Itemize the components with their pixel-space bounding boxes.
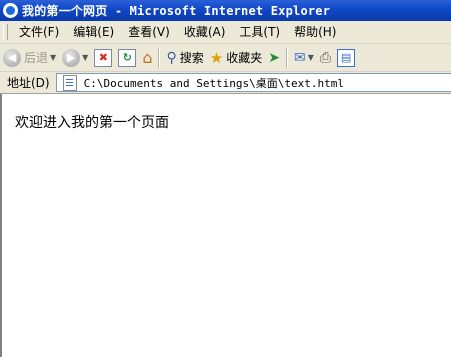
document-icon [62, 74, 77, 91]
mail-icon: ✉ [293, 49, 306, 66]
stop-button[interactable]: ✖ [91, 46, 115, 70]
ie-logo-icon [3, 3, 18, 18]
forward-dropdown-icon[interactable]: ▼ [82, 53, 88, 62]
search-icon: ⚲ [166, 49, 177, 66]
edit-page-icon: ▤ [337, 48, 356, 67]
print-button[interactable]: ⎙ [317, 46, 334, 70]
menu-edit[interactable]: 编辑(E) [66, 22, 121, 42]
menu-tools[interactable]: 工具(T) [232, 22, 287, 42]
back-label: 后退 [24, 51, 49, 65]
address-label: 地址(D) [7, 76, 50, 90]
favorites-label: 收藏夹 [226, 51, 263, 65]
forward-arrow-icon: ▶ [62, 48, 81, 67]
star-icon: ★ [209, 48, 224, 67]
mail-button[interactable]: ✉ ▼ [291, 46, 317, 70]
mail-dropdown-icon[interactable]: ▼ [308, 53, 314, 62]
toolbar-divider [285, 47, 288, 68]
back-dropdown-icon[interactable]: ▼ [50, 53, 56, 62]
stop-icon: ✖ [94, 48, 113, 67]
page-content: 欢迎进入我的第一个页面 [0, 94, 451, 357]
menu-view[interactable]: 查看(V) [121, 22, 177, 42]
standard-toolbar: ◀ 后退 ▼ ▶ ▼ ✖ ↻ ⌂ ⚲ 搜索 ★ 收藏夹 ➤ ✉ ▼ ⎙ ▤ [0, 44, 451, 72]
menu-grip-handle[interactable] [3, 24, 8, 40]
address-input[interactable]: C:\Documents and Settings\桌面\text.html [55, 73, 451, 92]
search-button[interactable]: ⚲ 搜索 [163, 46, 206, 70]
printer-icon: ⎙ [319, 49, 332, 66]
search-label: 搜索 [179, 51, 204, 65]
address-text[interactable]: C:\Documents and Settings\桌面\text.html [84, 75, 344, 91]
refresh-button[interactable]: ↻ [115, 46, 139, 70]
back-arrow-icon: ◀ [3, 48, 21, 67]
home-icon: ⌂ [142, 48, 153, 67]
toolbar-divider [158, 47, 161, 68]
media-button[interactable]: ➤ [265, 46, 283, 70]
address-bar: 地址(D) C:\Documents and Settings\桌面\text.… [0, 72, 451, 94]
refresh-icon: ↻ [118, 48, 137, 67]
media-icon: ➤ [268, 49, 280, 66]
back-button[interactable]: ◀ 后退 ▼ [0, 46, 59, 70]
favorites-button[interactable]: ★ 收藏夹 [207, 46, 265, 70]
title-bar: 我的第一个网页 - Microsoft Internet Explorer [0, 0, 451, 21]
page-body-text: 欢迎进入我的第一个页面 [15, 115, 169, 131]
menu-help[interactable]: 帮助(H) [287, 22, 343, 42]
edit-button[interactable]: ▤ [334, 46, 358, 70]
forward-button[interactable]: ▶ ▼ [59, 46, 91, 70]
menu-file[interactable]: 文件(F) [12, 22, 66, 42]
window-title: 我的第一个网页 - Microsoft Internet Explorer [22, 4, 331, 18]
menu-bar: 文件(F) 编辑(E) 查看(V) 收藏(A) 工具(T) 帮助(H) [0, 21, 451, 44]
home-button[interactable]: ⌂ [139, 46, 155, 70]
menu-favorites[interactable]: 收藏(A) [177, 22, 233, 42]
